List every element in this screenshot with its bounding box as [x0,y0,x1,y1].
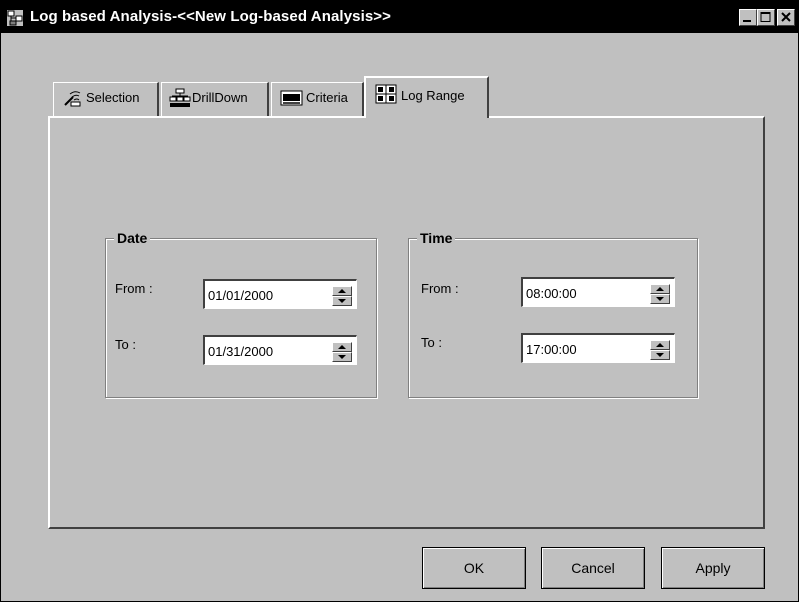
time-to-up-button[interactable] [650,340,670,350]
tab-log-range-label: Log Range [401,88,465,103]
time-to-down-button[interactable] [650,350,670,360]
log-range-panel: Date From : 01/01/2000 To : 01/31/2000 T… [48,116,765,529]
tab-criteria[interactable]: Criteria [271,82,364,117]
time-from-value: 08:00:00 [526,286,577,301]
maximize-button[interactable] [757,9,775,26]
app-icon [7,10,23,26]
tab-selection[interactable]: Selection [53,82,159,117]
criteria-icon [280,90,303,106]
date-to-value: 01/31/2000 [208,344,274,359]
time-from-down-button[interactable] [650,294,670,304]
minimize-button[interactable] [739,9,757,26]
time-to-field[interactable]: 17:00:00 [521,333,675,363]
title-bar[interactable]: Log based Analysis-<<New Log-based Analy… [1,1,798,33]
time-from-field[interactable]: 08:00:00 [521,277,675,307]
date-group-title: Date [114,230,151,246]
close-icon [781,12,791,22]
time-from-label: From : [421,281,459,296]
date-to-label: To : [115,337,136,352]
window-title: Log based Analysis-<<New Log-based Analy… [30,8,392,25]
date-from-spinner[interactable] [332,286,352,306]
time-to-value: 17:00:00 [526,342,577,357]
tab-drilldown-label: DrillDown [192,90,248,105]
apply-button[interactable]: Apply [661,547,765,589]
minimize-icon [743,20,751,22]
date-to-down-button[interactable] [332,352,352,362]
selection-icon [64,91,81,107]
time-to-spinner[interactable] [650,340,670,360]
maximize-icon [760,12,771,22]
time-to-label: To : [421,335,442,350]
down-arrow-icon [338,355,346,359]
down-arrow-icon [656,353,664,357]
date-from-field[interactable]: 01/01/2000 [203,279,357,309]
up-arrow-icon [338,289,346,293]
log-range-icon [375,84,397,104]
date-group: Date From : 01/01/2000 To : 01/31/2000 [105,230,377,398]
tab-selection-label: Selection [86,90,140,105]
date-to-field[interactable]: 01/31/2000 [203,335,357,365]
ok-button[interactable]: OK [422,547,526,589]
up-arrow-icon [338,345,346,349]
date-from-up-button[interactable] [332,286,352,296]
up-arrow-icon [656,343,664,347]
drilldown-icon [169,88,191,107]
time-group: Time From : 08:00:00 To : 17:00:00 [408,230,698,398]
time-from-spinner[interactable] [650,284,670,304]
tab-log-range[interactable]: Log Range [364,76,489,118]
date-to-spinner[interactable] [332,342,352,362]
date-from-down-button[interactable] [332,296,352,306]
time-group-title: Time [417,230,456,246]
down-arrow-icon [338,299,346,303]
time-from-up-button[interactable] [650,284,670,294]
log-analysis-window: Log based Analysis-<<New Log-based Analy… [0,0,799,602]
down-arrow-icon [656,297,664,301]
date-to-up-button[interactable] [332,342,352,352]
cancel-button[interactable]: Cancel [541,547,645,589]
tab-drilldown[interactable]: DrillDown [161,82,269,117]
tab-criteria-label: Criteria [306,90,348,105]
up-arrow-icon [656,287,664,291]
close-button[interactable] [777,9,795,26]
date-from-value: 01/01/2000 [208,288,274,303]
date-from-label: From : [115,281,153,296]
